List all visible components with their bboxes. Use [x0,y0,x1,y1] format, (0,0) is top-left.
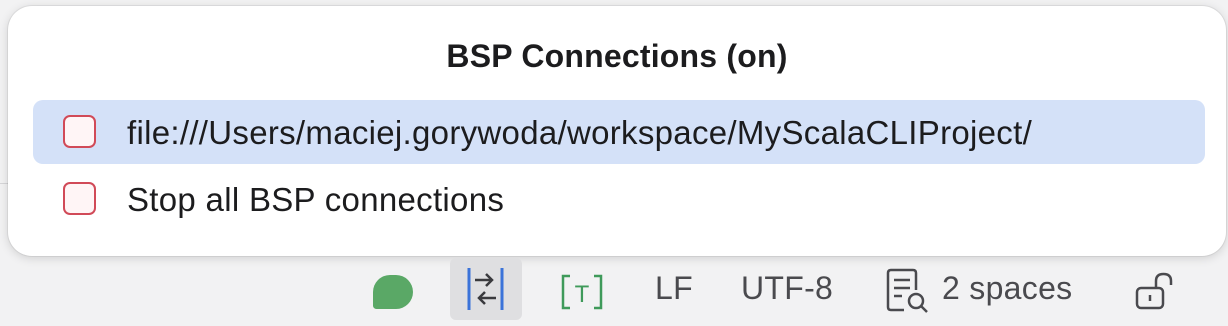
indent-toggle-button[interactable] [450,258,522,320]
line-separator-label[interactable]: LF [655,270,693,307]
list-item-stop-all[interactable]: Stop all BSP connections [33,167,1205,231]
list-item-connection[interactable]: file:///Users/maciej.gorywoda/workspace/… [33,100,1205,164]
unlocked-icon[interactable] [1134,270,1176,312]
text-bracket-icon[interactable]: T [560,272,604,312]
stop-all-checkbox[interactable] [63,182,96,215]
indent-label[interactable]: 2 spaces [942,270,1072,307]
connection-label: file:///Users/maciej.gorywoda/workspace/… [127,114,1033,151]
bsp-connections-popup: BSP Connections (on) file:///Users/macie… [8,6,1226,256]
indent-arrows-icon [467,268,504,310]
encoding-label[interactable]: UTF-8 [741,270,833,307]
text-mode-glyph: T [575,281,590,308]
popup-title: BSP Connections (on) [446,38,788,74]
connection-checkbox[interactable] [63,115,96,148]
status-bar: T LF UTF-8 2 spaces [0,256,1228,326]
document-search-icon[interactable] [884,268,932,314]
stop-all-label: Stop all BSP connections [127,181,505,218]
green-status-icon[interactable] [373,275,413,309]
